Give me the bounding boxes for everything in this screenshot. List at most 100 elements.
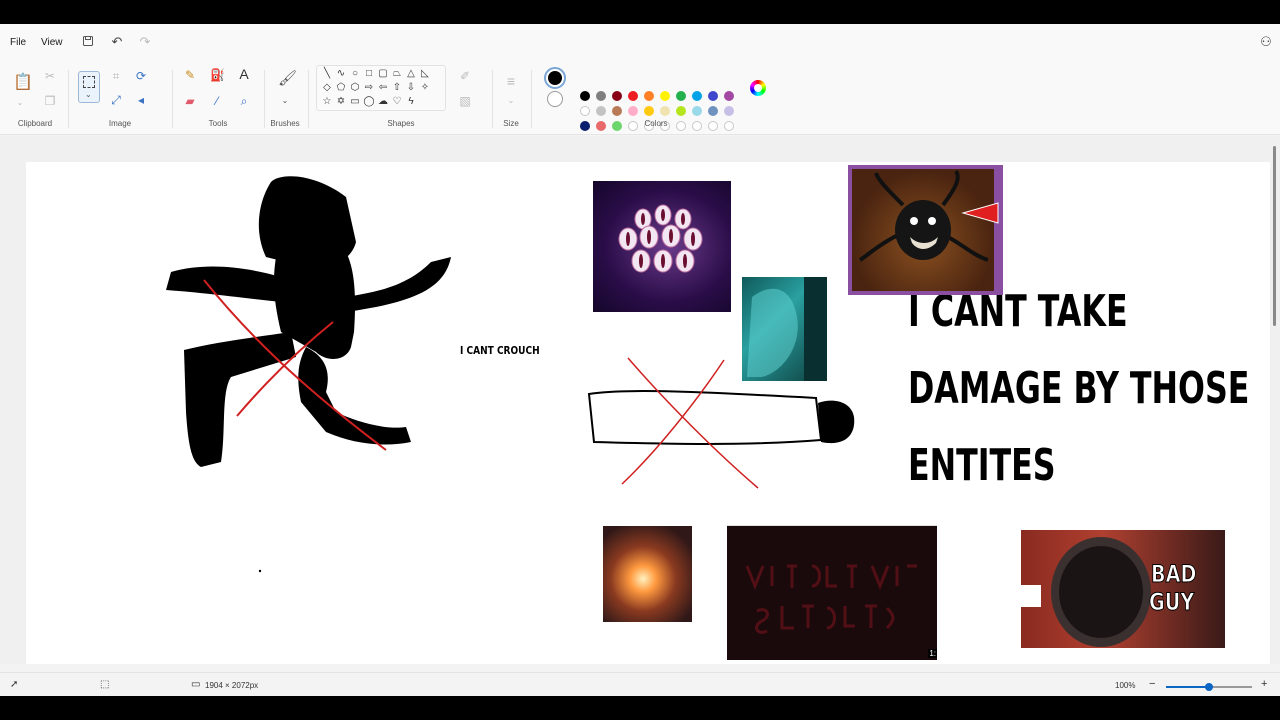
magnifier-icon[interactable]: ⌕: [237, 94, 251, 108]
oval-callout-shape-icon[interactable]: ◯: [363, 96, 375, 108]
color-swatch[interactable]: [644, 91, 654, 101]
divider: [172, 70, 173, 128]
eyes-entity-image: [593, 181, 731, 312]
color-swatch[interactable]: [596, 121, 606, 131]
pencil-icon[interactable]: ✎: [183, 68, 197, 82]
color-swatch[interactable]: [580, 91, 590, 101]
line-shape-icon[interactable]: ╲: [321, 68, 333, 80]
crop-icon[interactable]: ⌗: [109, 69, 123, 83]
brushes-group-label: Brushes: [270, 119, 300, 128]
color-swatch[interactable]: [580, 121, 590, 131]
color-swatch[interactable]: [628, 91, 638, 101]
color-swatch[interactable]: [580, 106, 590, 116]
text-icon[interactable]: A: [237, 67, 251, 81]
cut-icon[interactable]: ✂: [43, 69, 57, 83]
lightning-shape-icon[interactable]: ϟ: [405, 96, 417, 108]
shapes-gallery[interactable]: ╲ ∿ ○ □ ▢ ⏢ △ ◺ ◇ ⬠ ⬡ ⇨ ⇦ ⇧ ⇩ ✧ ☆ ✡ ▭ ◯ …: [316, 65, 446, 111]
color-swatch[interactable]: [724, 106, 734, 116]
cloud-callout-shape-icon[interactable]: ☁: [377, 96, 389, 108]
color-swatch[interactable]: [644, 106, 654, 116]
outline-icon[interactable]: ✐: [458, 69, 472, 83]
oval-shape-icon[interactable]: ○: [349, 68, 361, 80]
pentagon-shape-icon[interactable]: ⬠: [335, 82, 347, 94]
color-swatch[interactable]: [660, 106, 670, 116]
save-icon[interactable]: [81, 35, 95, 49]
color-swatch[interactable]: [676, 106, 686, 116]
undo-icon[interactable]: ↶: [110, 35, 124, 49]
divider: [531, 70, 532, 128]
color-swatch[interactable]: [692, 121, 702, 131]
crouch-caption: I CANT CROUCH: [460, 344, 540, 357]
hexagon-shape-icon[interactable]: ⬡: [349, 82, 361, 94]
six-point-star-shape-icon[interactable]: ✡: [335, 96, 347, 108]
eraser-icon[interactable]: ▰: [183, 94, 197, 108]
five-point-star-shape-icon[interactable]: ☆: [321, 96, 333, 108]
fill-bucket-icon[interactable]: ⛽: [210, 68, 225, 82]
color-swatch[interactable]: [692, 91, 702, 101]
figure-right-leg: [298, 347, 411, 445]
rounded-rectangle-shape-icon[interactable]: ▢: [377, 68, 389, 80]
color-swatch[interactable]: [660, 91, 670, 101]
size-dropdown-icon[interactable]: ⌄: [504, 94, 518, 108]
polygon-shape-icon[interactable]: ⏢: [391, 68, 403, 80]
redo-icon[interactable]: ↷: [138, 35, 152, 49]
triangle-shape-icon[interactable]: △: [405, 68, 417, 80]
secondary-color-button[interactable]: [547, 91, 563, 107]
diamond-shape-icon[interactable]: ◇: [321, 82, 333, 94]
color-picker-icon[interactable]: ⁄: [210, 94, 224, 108]
down-arrow-shape-icon[interactable]: ⇩: [405, 82, 417, 94]
color-swatch[interactable]: [708, 106, 718, 116]
right-arrow-shape-icon[interactable]: ⇨: [363, 82, 375, 94]
color-swatch[interactable]: [612, 106, 622, 116]
color-swatch[interactable]: [612, 91, 622, 101]
right-triangle-shape-icon[interactable]: ◺: [419, 68, 431, 80]
size-icon[interactable]: ≡: [504, 74, 518, 92]
flip-icon[interactable]: ◂: [134, 93, 148, 107]
bad-guy-caption-1: BAD: [1151, 560, 1197, 589]
vertical-scrollbar[interactable]: [1273, 146, 1276, 326]
primary-color-button[interactable]: [544, 67, 566, 89]
fill-icon[interactable]: ▧: [458, 94, 472, 108]
view-menu[interactable]: View: [41, 37, 63, 48]
rotate-icon[interactable]: ⟳: [134, 69, 148, 83]
four-point-star-shape-icon[interactable]: ✧: [419, 82, 431, 94]
rectangle-shape-icon[interactable]: □: [363, 68, 375, 80]
file-menu[interactable]: File: [10, 37, 26, 48]
zoom-out-button[interactable]: −: [1149, 678, 1155, 690]
status-bar: ➚ ⬚ ▭ 1904 × 2072px 100% − +: [0, 672, 1280, 696]
zoom-level-text[interactable]: 100%: [1115, 681, 1135, 690]
paste-icon[interactable]: 📋: [13, 75, 33, 94]
color-swatch[interactable]: [708, 91, 718, 101]
copy-icon[interactable]: ❐: [43, 94, 57, 108]
color-swatch[interactable]: [724, 91, 734, 101]
figure-silhouette: [166, 176, 451, 467]
color-swatch[interactable]: [596, 106, 606, 116]
share-icon[interactable]: ⚇: [1259, 35, 1273, 49]
color-swatch[interactable]: [596, 91, 606, 101]
left-arrow-shape-icon[interactable]: ⇦: [377, 82, 389, 94]
rect-callout-shape-icon[interactable]: ▭: [349, 96, 361, 108]
zoom-in-button[interactable]: +: [1261, 678, 1267, 690]
video-duration: 1:: [928, 649, 937, 658]
color-swatch[interactable]: [692, 106, 702, 116]
edit-colors-icon[interactable]: [750, 80, 766, 96]
curve-shape-icon[interactable]: ∿: [335, 68, 347, 80]
color-swatch[interactable]: [708, 121, 718, 131]
resize-icon[interactable]: ⤢: [109, 93, 123, 107]
color-swatch[interactable]: [724, 121, 734, 131]
brush-dropdown-icon[interactable]: ⌄: [278, 94, 292, 108]
color-swatch[interactable]: [628, 106, 638, 116]
color-swatch[interactable]: [676, 91, 686, 101]
paste-dropdown-icon[interactable]: ⌄: [13, 96, 27, 110]
zoom-slider[interactable]: [1166, 683, 1252, 691]
heart-shape-icon[interactable]: ♡: [391, 96, 403, 108]
drawing-canvas[interactable]: I CANT CROUCH I CANT TAKE DAMAGE BY THOS…: [26, 162, 1270, 664]
workspace: I CANT CROUCH I CANT TAKE DAMAGE BY THOS…: [0, 136, 1280, 664]
figure-left-leg: [184, 332, 296, 467]
select-button[interactable]: ⌄: [78, 71, 100, 103]
zoom-slider-thumb[interactable]: [1205, 683, 1213, 691]
shapes-group-label: Shapes: [387, 119, 415, 128]
up-arrow-shape-icon[interactable]: ⇧: [391, 82, 403, 94]
color-swatch[interactable]: [612, 121, 622, 131]
brush-icon[interactable]: 🖌: [278, 71, 297, 90]
